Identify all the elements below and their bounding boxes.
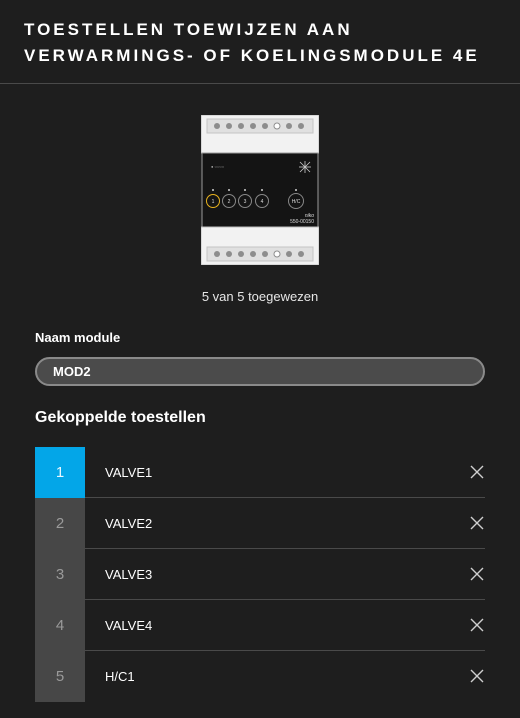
device-name: VALVE3	[105, 567, 153, 582]
device-number: 2	[35, 498, 85, 549]
module-name-input[interactable]	[35, 357, 485, 386]
device-row[interactable]: 5 H/C1	[35, 651, 485, 702]
device-row[interactable]: 4 VALVE4	[35, 600, 485, 651]
linked-devices-title: Gekoppelde toestellen	[35, 409, 206, 426]
device-number: 4	[35, 600, 85, 651]
linked-devices-list: 1 VALVE1 2 VALVE2 3 VALVE3 4 VALVE4 5 H/…	[35, 447, 485, 702]
device-name: H/C1	[105, 669, 135, 684]
module-button-label: 3	[244, 199, 247, 205]
close-icon[interactable]	[469, 668, 485, 684]
device-row[interactable]: 3 VALVE3	[35, 549, 485, 600]
device-number: 3	[35, 549, 85, 600]
device-name: VALVE4	[105, 618, 153, 633]
device-number: 5	[35, 651, 85, 702]
assignment-status: 5 van 5 toegewezen	[201, 289, 319, 304]
module-button-label: 4	[261, 199, 264, 205]
svg-text:● ○○○○: ● ○○○○	[211, 164, 225, 169]
module-button-label: 2	[228, 199, 231, 205]
device-name: VALVE2	[105, 516, 153, 531]
module-part-number: 550-00150	[290, 219, 314, 225]
close-icon[interactable]	[469, 566, 485, 582]
device-name: VALVE1	[105, 465, 153, 480]
device-row[interactable]: 2 VALVE2	[35, 498, 485, 549]
close-icon[interactable]	[469, 464, 485, 480]
close-icon[interactable]	[469, 515, 485, 531]
device-number: 1	[35, 447, 85, 498]
module-button-label: H/C	[292, 199, 301, 205]
page-header: TOESTELLEN TOEWIJZEN AAN VERWARMINGS- OF…	[0, 0, 520, 84]
device-row[interactable]: 1 VALVE1	[35, 447, 485, 498]
module-button-label: 1	[212, 199, 215, 205]
close-icon[interactable]	[469, 617, 485, 633]
module-illustration: ● ○○○○ 1 2 3 4 H/C niko 550-00150	[201, 115, 319, 265]
page-title: TOESTELLEN TOEWIJZEN AAN VERWARMINGS- OF…	[24, 20, 480, 65]
module-name-label: Naam module	[35, 330, 121, 345]
